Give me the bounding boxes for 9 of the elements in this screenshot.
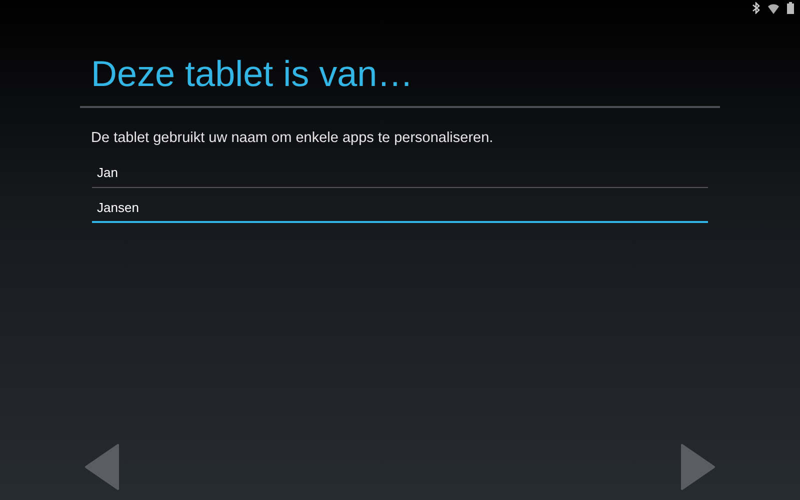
name-field[interactable]: Jansen: [92, 194, 708, 224]
back-button[interactable]: [85, 444, 119, 490]
description-text: De tablet gebruikt uw naam om enkele apps te personaliseren.: [91, 128, 494, 148]
battery-icon: [787, 2, 794, 14]
bluetooth-icon: [752, 2, 760, 14]
next-button[interactable]: [681, 444, 715, 490]
wifi-icon: [768, 2, 779, 14]
name-field[interactable]: Jan: [92, 159, 708, 188]
page-title: Deze tablet is van…: [91, 54, 414, 94]
